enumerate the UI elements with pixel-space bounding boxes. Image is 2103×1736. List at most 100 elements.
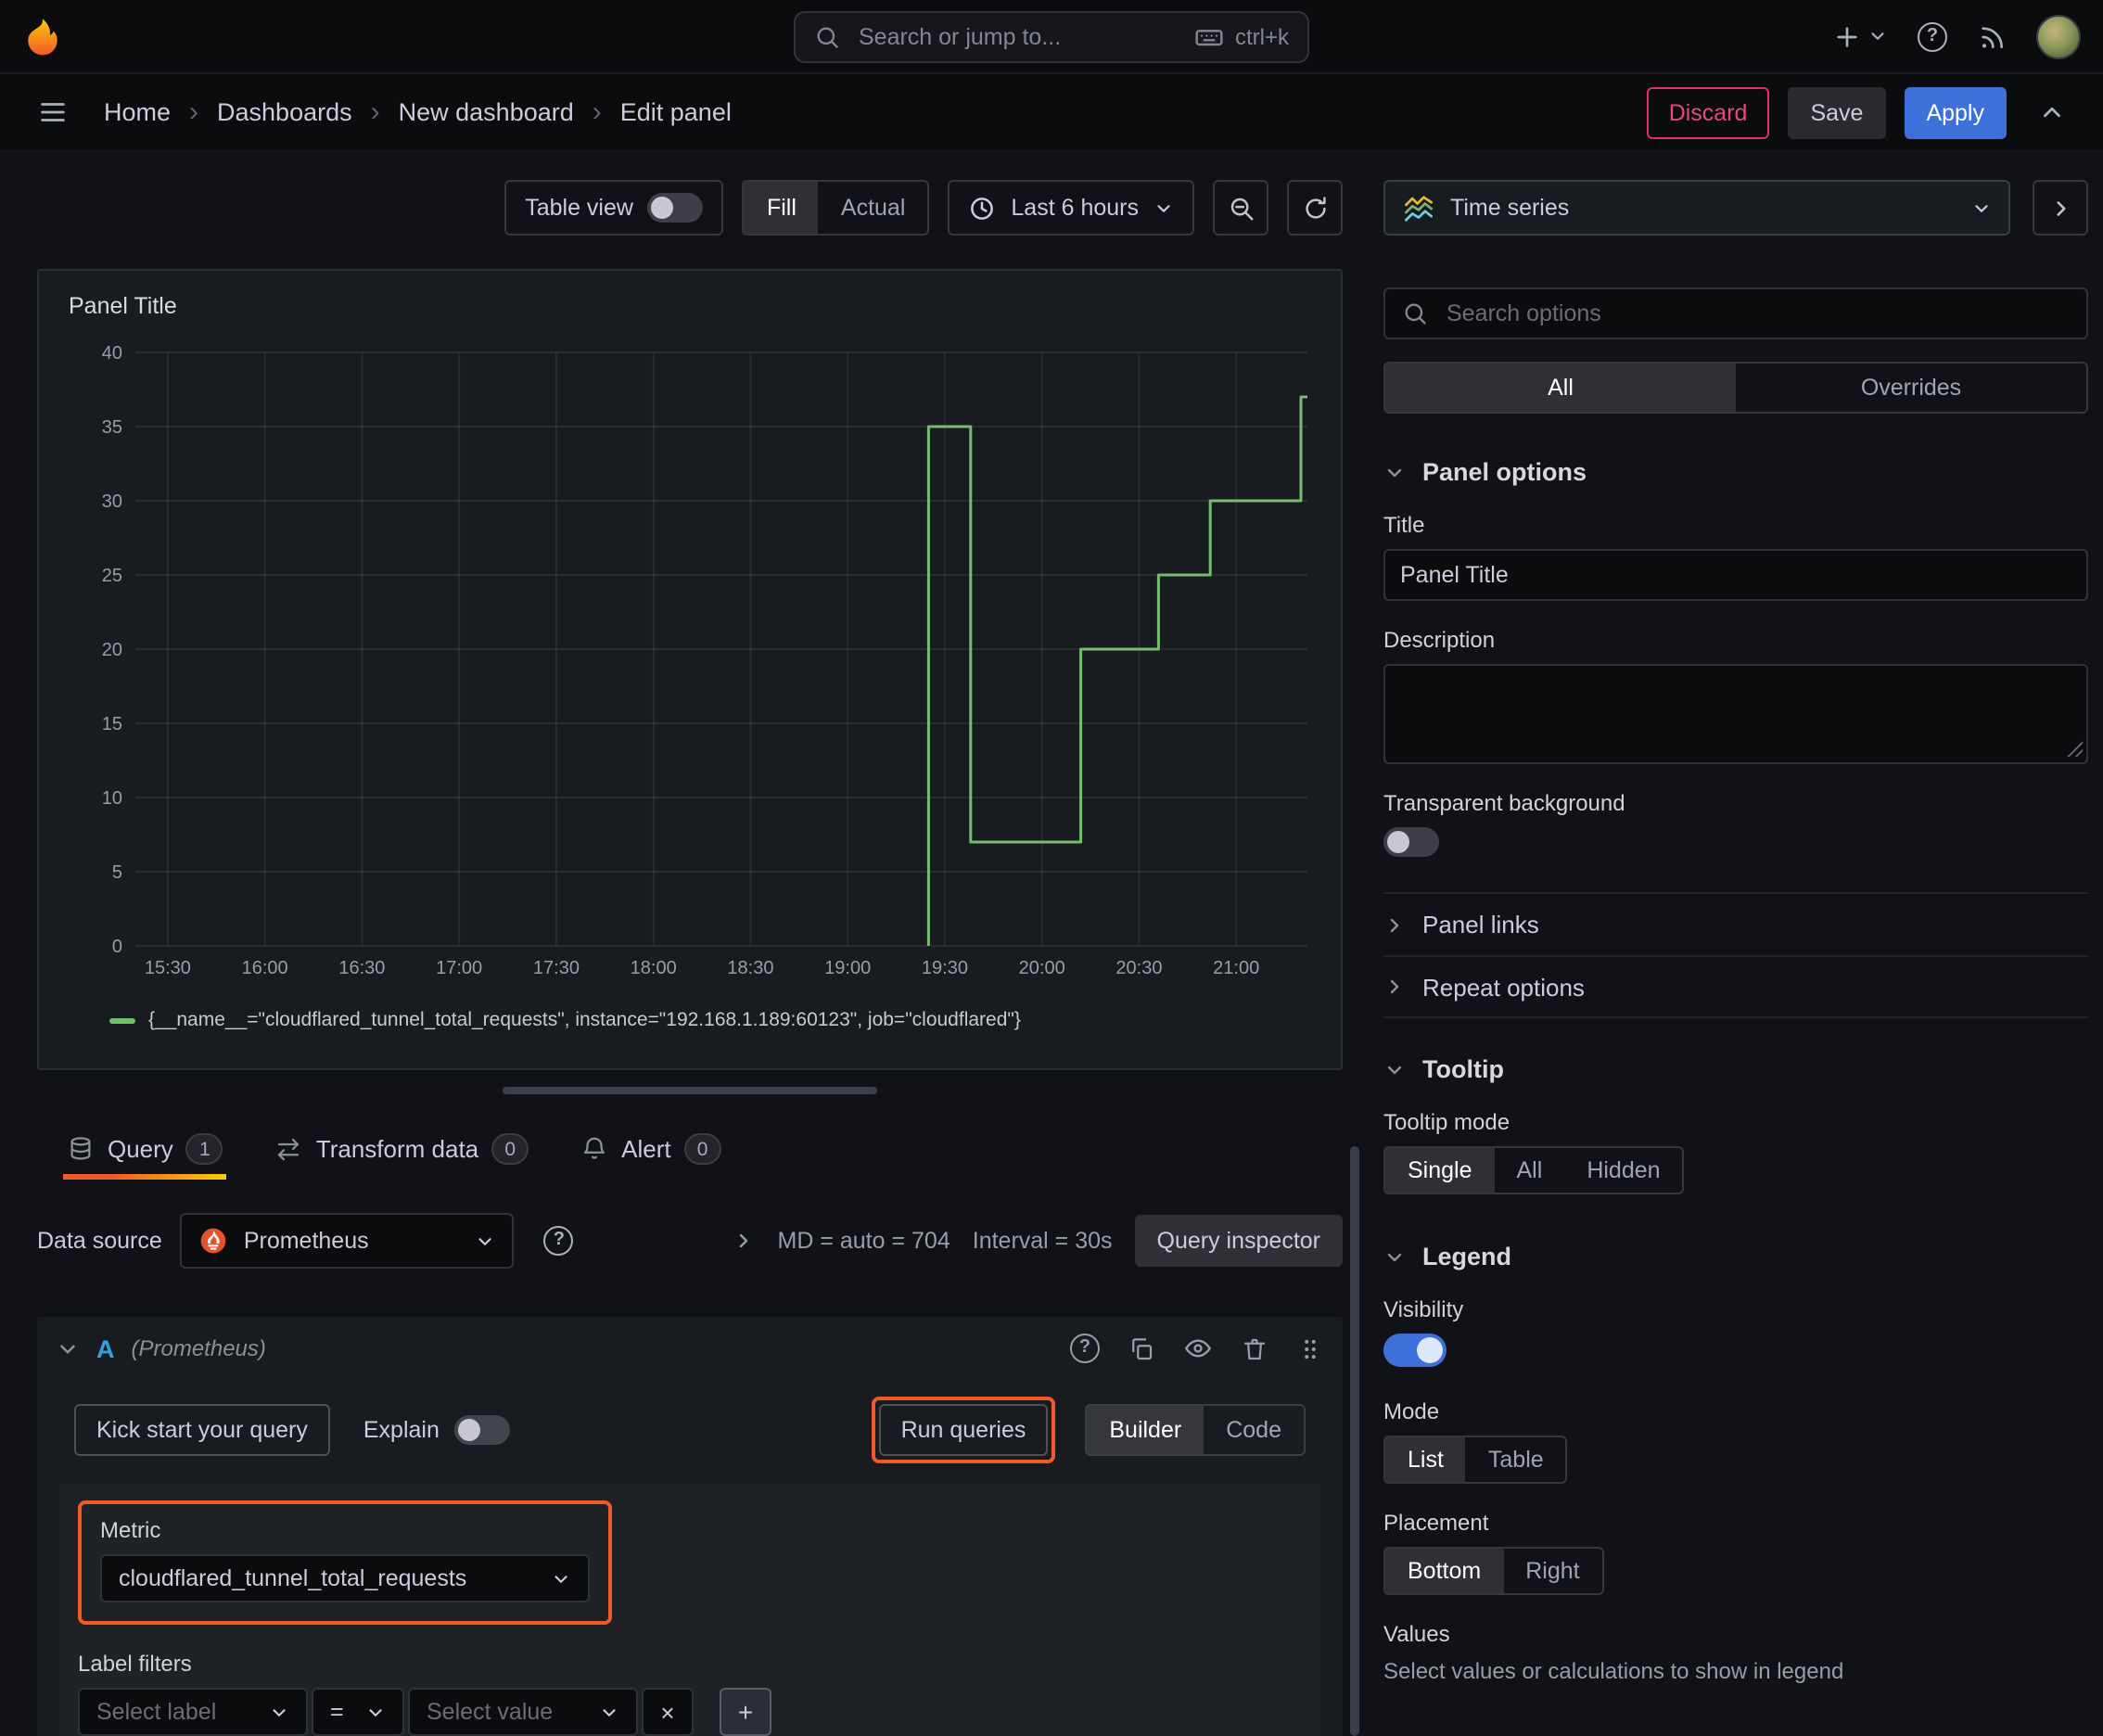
tab-alert[interactable]: Alert 0 xyxy=(577,1118,724,1180)
options-filter-tabs: All Overrides xyxy=(1383,362,2088,414)
page-toolbar: Home › Dashboards › New dashboard › Edit… xyxy=(0,74,2103,152)
all-options-tab[interactable]: All xyxy=(1385,364,1736,412)
builder-mode-option[interactable]: Builder xyxy=(1087,1406,1204,1454)
code-mode-option[interactable]: Code xyxy=(1204,1406,1304,1454)
query-editor-card: A (Prometheus) ? Kick start your query E… xyxy=(37,1317,1343,1736)
grafana-logo[interactable] xyxy=(22,16,63,57)
overrides-tab[interactable]: Overrides xyxy=(1736,364,2086,412)
legend-mode-list-option[interactable]: List xyxy=(1385,1437,1466,1482)
tab-transform-data[interactable]: Transform data 0 xyxy=(272,1118,532,1180)
panel-title-input[interactable] xyxy=(1383,549,2088,601)
actual-option[interactable]: Actual xyxy=(819,182,928,234)
timeseries-chart[interactable]: 15:30 16:00 16:30 17:00 17:30 18:00 18:30 19:00… xyxy=(61,334,1319,998)
query-row-header[interactable]: A (Prometheus) ? xyxy=(37,1317,1343,1380)
legend-visibility-label: Visibility xyxy=(1383,1296,1464,1322)
time-range-picker[interactable]: Last 6 hours xyxy=(948,180,1194,236)
breadcrumb-dashboards[interactable]: Dashboards xyxy=(217,98,352,126)
chart-legend-item[interactable]: {__name__="cloudflared_tunnel_total_requ… xyxy=(109,1009,1319,1031)
kick-start-button[interactable]: Kick start your query xyxy=(74,1404,330,1456)
keyboard-icon xyxy=(1195,29,1223,45)
table-view-toggle[interactable] xyxy=(647,193,704,223)
refresh-icon xyxy=(1305,196,1325,218)
filter-value-select[interactable]: Select value xyxy=(408,1688,638,1736)
panel-links-section[interactable]: Panel links xyxy=(1383,892,2088,955)
repeat-options-section[interactable]: Repeat options xyxy=(1383,955,2088,1018)
tooltip-section-header[interactable]: Tooltip xyxy=(1383,1055,2088,1083)
panel-title[interactable]: Panel Title xyxy=(61,286,1319,326)
duplicate-query-icon[interactable] xyxy=(1128,1334,1155,1362)
svg-text:15:30: 15:30 xyxy=(145,958,191,978)
options-search[interactable] xyxy=(1383,287,2088,339)
explain-toggle[interactable] xyxy=(453,1415,510,1445)
query-inspector-button[interactable]: Query inspector xyxy=(1134,1215,1343,1267)
add-menu-button[interactable] xyxy=(1832,21,1888,51)
max-data-points-summary: MD = auto = 704 xyxy=(777,1228,950,1254)
chevron-down-icon xyxy=(479,1237,492,1245)
chevron-down-icon xyxy=(603,1708,616,1716)
datasource-help-button[interactable]: ? xyxy=(533,1215,585,1267)
help-button[interactable]: ? xyxy=(1918,21,1947,51)
tooltip-hidden-option[interactable]: Hidden xyxy=(1564,1148,1682,1193)
global-search[interactable]: ctrl+k xyxy=(794,10,1309,62)
chevron-right-icon xyxy=(2056,200,2065,215)
svg-text:18:00: 18:00 xyxy=(631,958,677,978)
query-options-expand-icon[interactable] xyxy=(733,1230,756,1252)
options-search-input[interactable] xyxy=(1443,299,2070,328)
discard-button[interactable]: Discard xyxy=(1646,86,1770,138)
legend-mode-group: List Table xyxy=(1383,1436,1568,1484)
global-search-input[interactable] xyxy=(855,21,1179,51)
mega-menu-toggle[interactable] xyxy=(26,86,78,138)
breadcrumb-separator-icon: › xyxy=(592,96,602,128)
svg-text:20:30: 20:30 xyxy=(1115,958,1162,978)
interval-summary: Interval = 30s xyxy=(972,1228,1113,1254)
query-ref-id[interactable]: A xyxy=(96,1334,115,1362)
breadcrumb-new-dashboard[interactable]: New dashboard xyxy=(399,98,574,126)
remove-filter-button[interactable]: × xyxy=(642,1688,694,1736)
tooltip-all-option[interactable]: All xyxy=(1495,1148,1565,1193)
svg-text:16:30: 16:30 xyxy=(338,958,385,978)
toggle-visibility-icon[interactable] xyxy=(1183,1334,1213,1363)
pane-resize-handle[interactable] xyxy=(503,1087,877,1094)
run-queries-button[interactable]: Run queries xyxy=(878,1404,1049,1456)
legend-mode-table-option[interactable]: Table xyxy=(1466,1437,1566,1482)
datasource-picker[interactable]: Prometheus xyxy=(180,1213,515,1269)
svg-text:40: 40 xyxy=(102,343,122,364)
chevron-down-icon xyxy=(1871,32,1884,40)
legend-mode-label: Mode xyxy=(1383,1398,1440,1424)
collapse-query-icon[interactable] xyxy=(56,1336,80,1360)
add-filter-button[interactable]: + xyxy=(720,1688,771,1736)
filter-label-select[interactable]: Select label xyxy=(78,1688,308,1736)
news-button[interactable] xyxy=(1977,21,2007,51)
legend-placement-bottom-option[interactable]: Bottom xyxy=(1385,1549,1504,1593)
plus-icon: + xyxy=(737,1697,754,1727)
panel-options-section-header[interactable]: Panel options xyxy=(1383,458,2088,486)
apply-button[interactable]: Apply xyxy=(1904,86,2007,138)
legend-visibility-toggle[interactable] xyxy=(1383,1334,1447,1367)
zoom-out-button[interactable] xyxy=(1213,180,1268,236)
title-field-label: Title xyxy=(1383,512,1425,538)
transparent-background-toggle[interactable] xyxy=(1383,827,1439,857)
search-icon xyxy=(1405,303,1426,325)
svg-text:17:30: 17:30 xyxy=(533,958,580,978)
collapse-header-button[interactable] xyxy=(2025,86,2077,138)
delete-query-icon[interactable] xyxy=(1241,1334,1268,1362)
breadcrumb-home[interactable]: Home xyxy=(104,98,171,126)
panel-preview: Panel Title 15:30 16:00 16:30 17:00 17:30 18:… xyxy=(37,269,1343,1070)
drag-handle-icon[interactable] xyxy=(1296,1334,1324,1362)
legend-section-header[interactable]: Legend xyxy=(1383,1243,2088,1270)
panel-description-input[interactable] xyxy=(1383,664,2088,764)
scrollbar-thumb[interactable] xyxy=(1350,1146,1359,1736)
metric-select[interactable]: cloudflared_tunnel_total_requests xyxy=(100,1554,590,1602)
query-help-icon[interactable]: ? xyxy=(1070,1334,1100,1363)
collapse-options-button[interactable] xyxy=(2033,180,2088,236)
tab-query[interactable]: Query 1 xyxy=(63,1118,228,1180)
legend-placement-right-option[interactable]: Right xyxy=(1503,1549,1601,1593)
filter-operator-select[interactable]: = xyxy=(312,1688,404,1736)
save-button[interactable]: Save xyxy=(1788,86,1886,138)
visualization-picker[interactable]: Time series xyxy=(1383,180,2010,236)
refresh-button[interactable] xyxy=(1287,180,1343,236)
fill-option[interactable]: Fill xyxy=(744,182,819,234)
tooltip-single-option[interactable]: Single xyxy=(1385,1148,1495,1193)
breadcrumb-separator-icon: › xyxy=(370,96,380,128)
user-avatar[interactable] xyxy=(2036,14,2081,58)
